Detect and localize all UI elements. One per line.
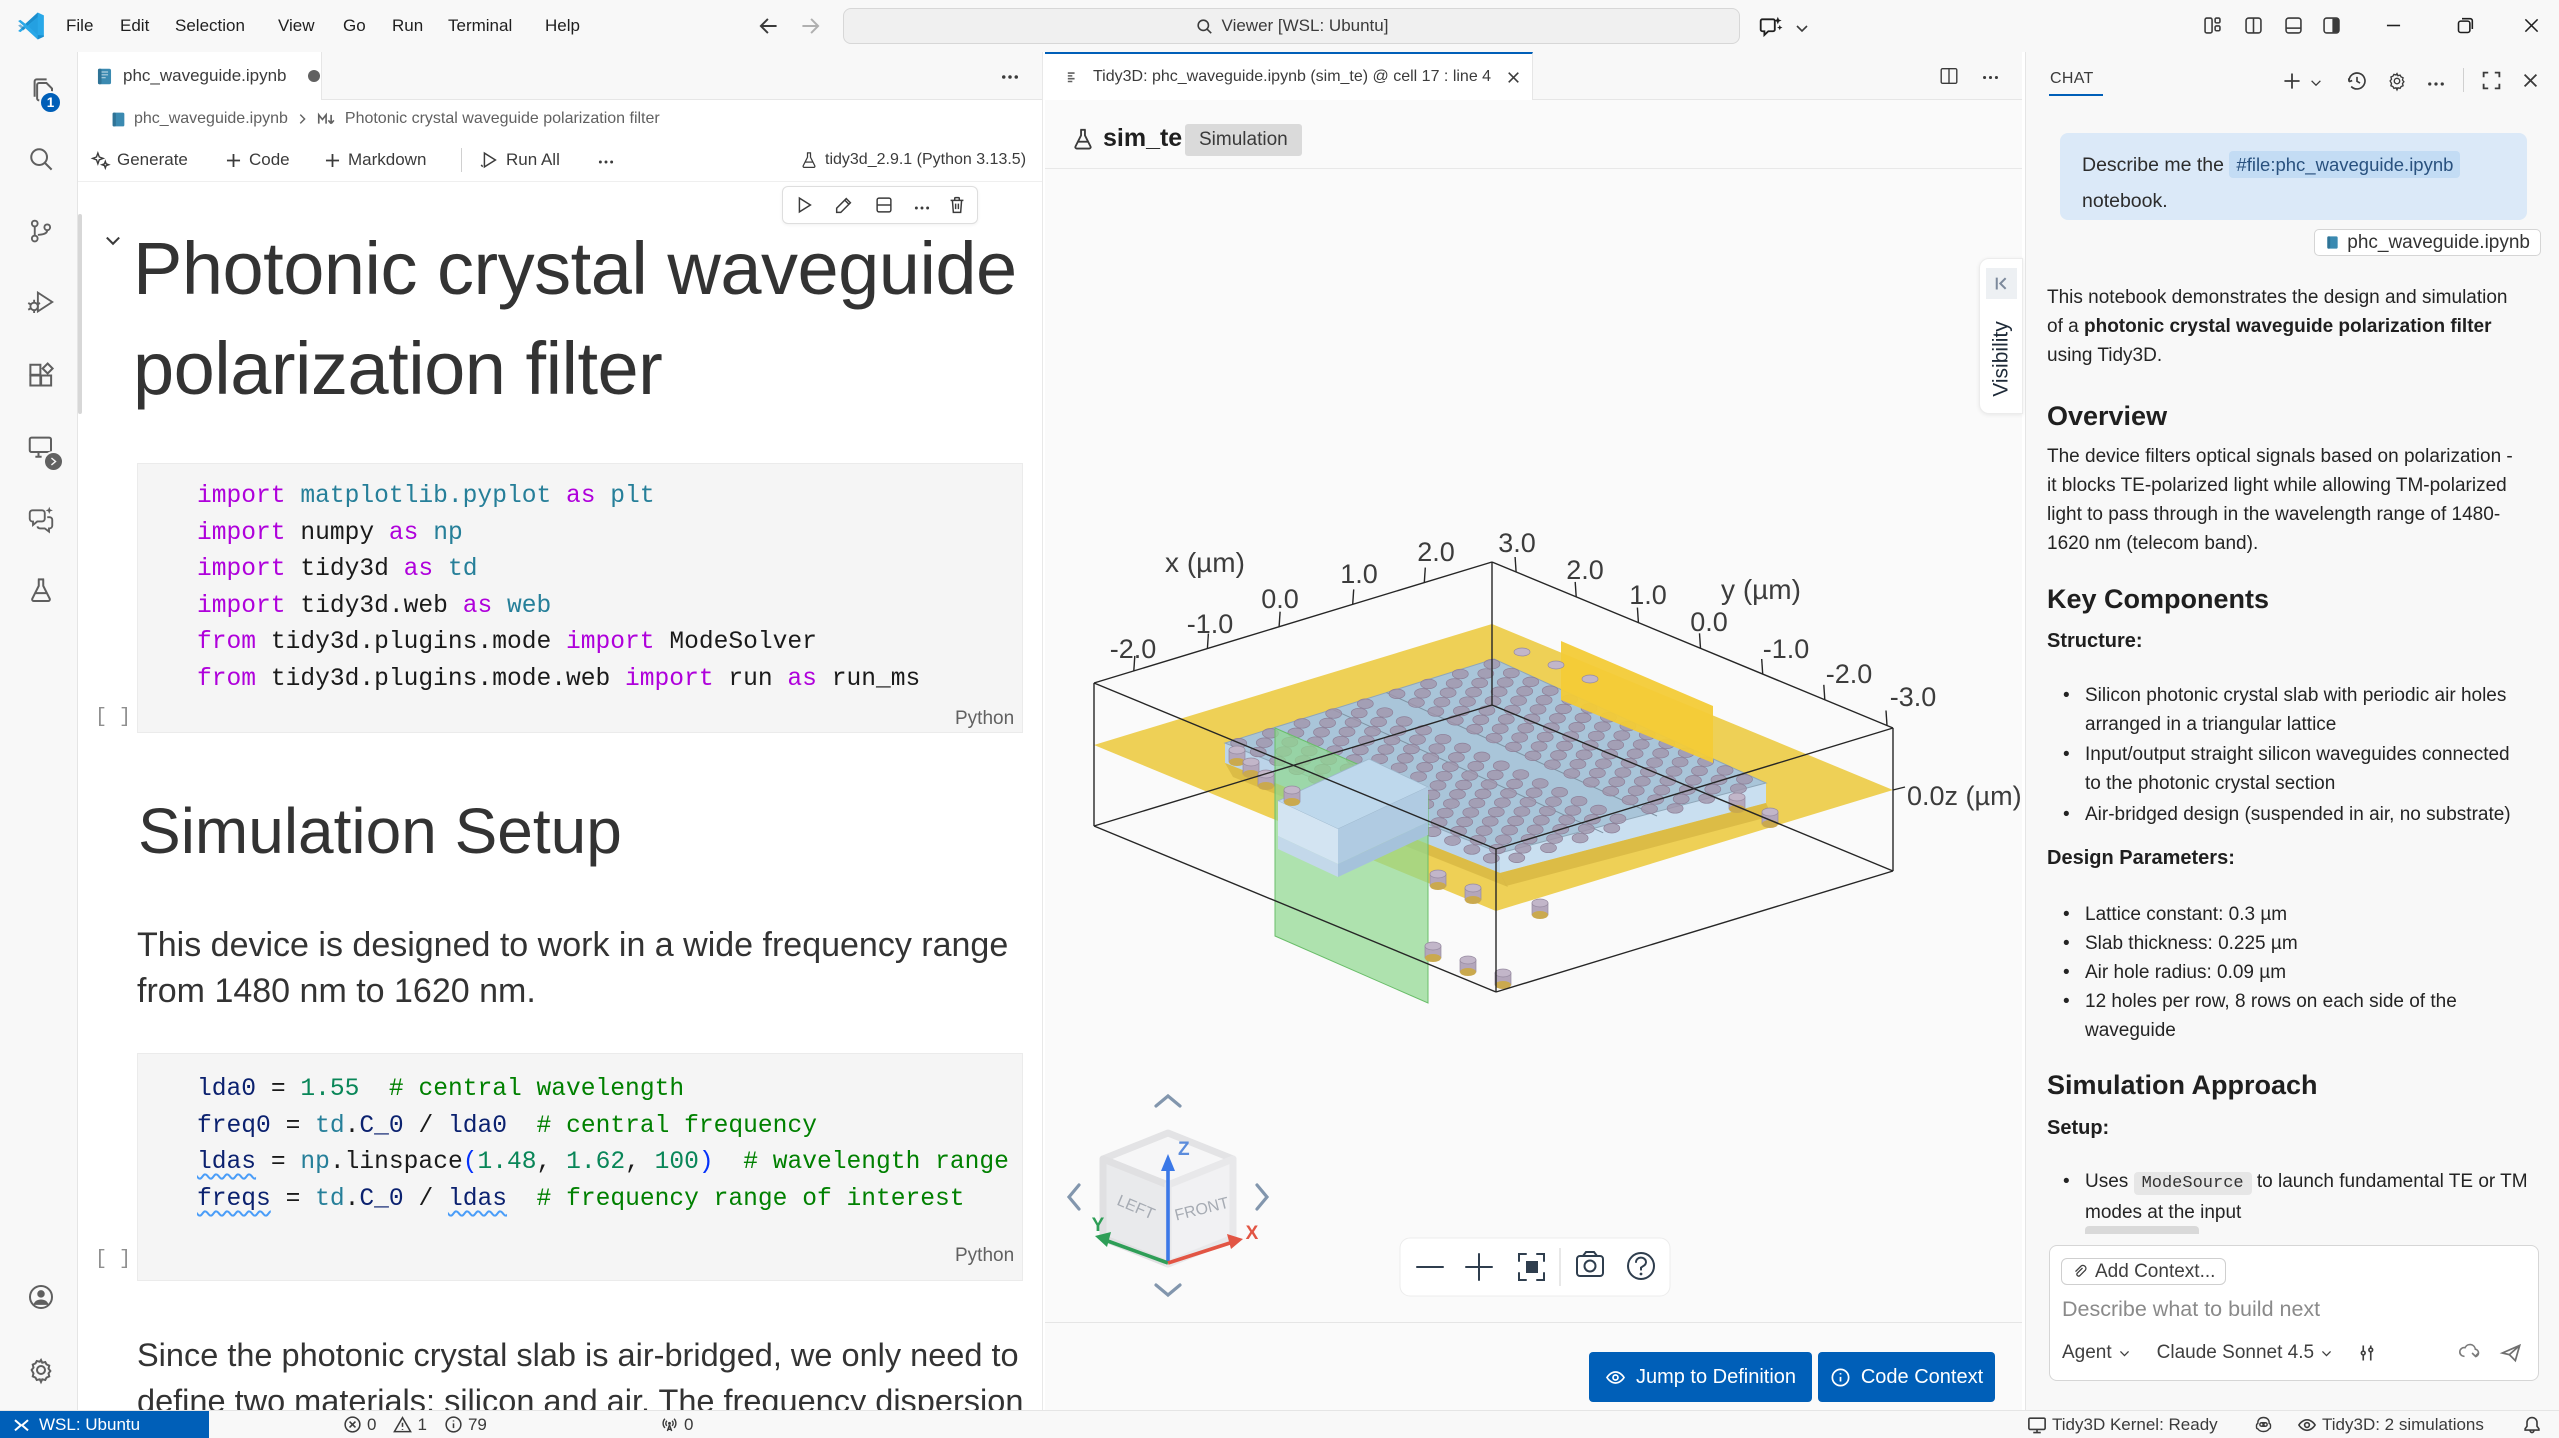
svg-text:0.0: 0.0 — [1261, 584, 1299, 614]
svg-text:-1.0: -1.0 — [1187, 609, 1234, 639]
svg-text:1.0: 1.0 — [1629, 580, 1667, 610]
svg-text:3.0: 3.0 — [1498, 528, 1536, 558]
svg-text:y (µm): y (µm) — [1721, 574, 1801, 605]
svg-text:2.0: 2.0 — [1417, 537, 1455, 567]
svg-text:Z: Z — [1178, 1139, 1190, 1160]
svg-text:-1.0: -1.0 — [1763, 634, 1810, 664]
svg-text:-3.0: -3.0 — [1890, 682, 1937, 712]
svg-text:-2.0: -2.0 — [1826, 659, 1873, 689]
svg-text:0.0z (µm): 0.0z (µm) — [1907, 781, 2022, 811]
svg-text:0.0: 0.0 — [1690, 607, 1728, 637]
svg-text:-2.0: -2.0 — [1110, 634, 1157, 664]
svg-text:Y: Y — [1092, 1215, 1105, 1236]
svg-text:1.0: 1.0 — [1340, 559, 1378, 589]
svg-text:x (µm): x (µm) — [1165, 547, 1245, 578]
svg-text:X: X — [1246, 1223, 1259, 1244]
svg-text:2.0: 2.0 — [1566, 555, 1604, 585]
